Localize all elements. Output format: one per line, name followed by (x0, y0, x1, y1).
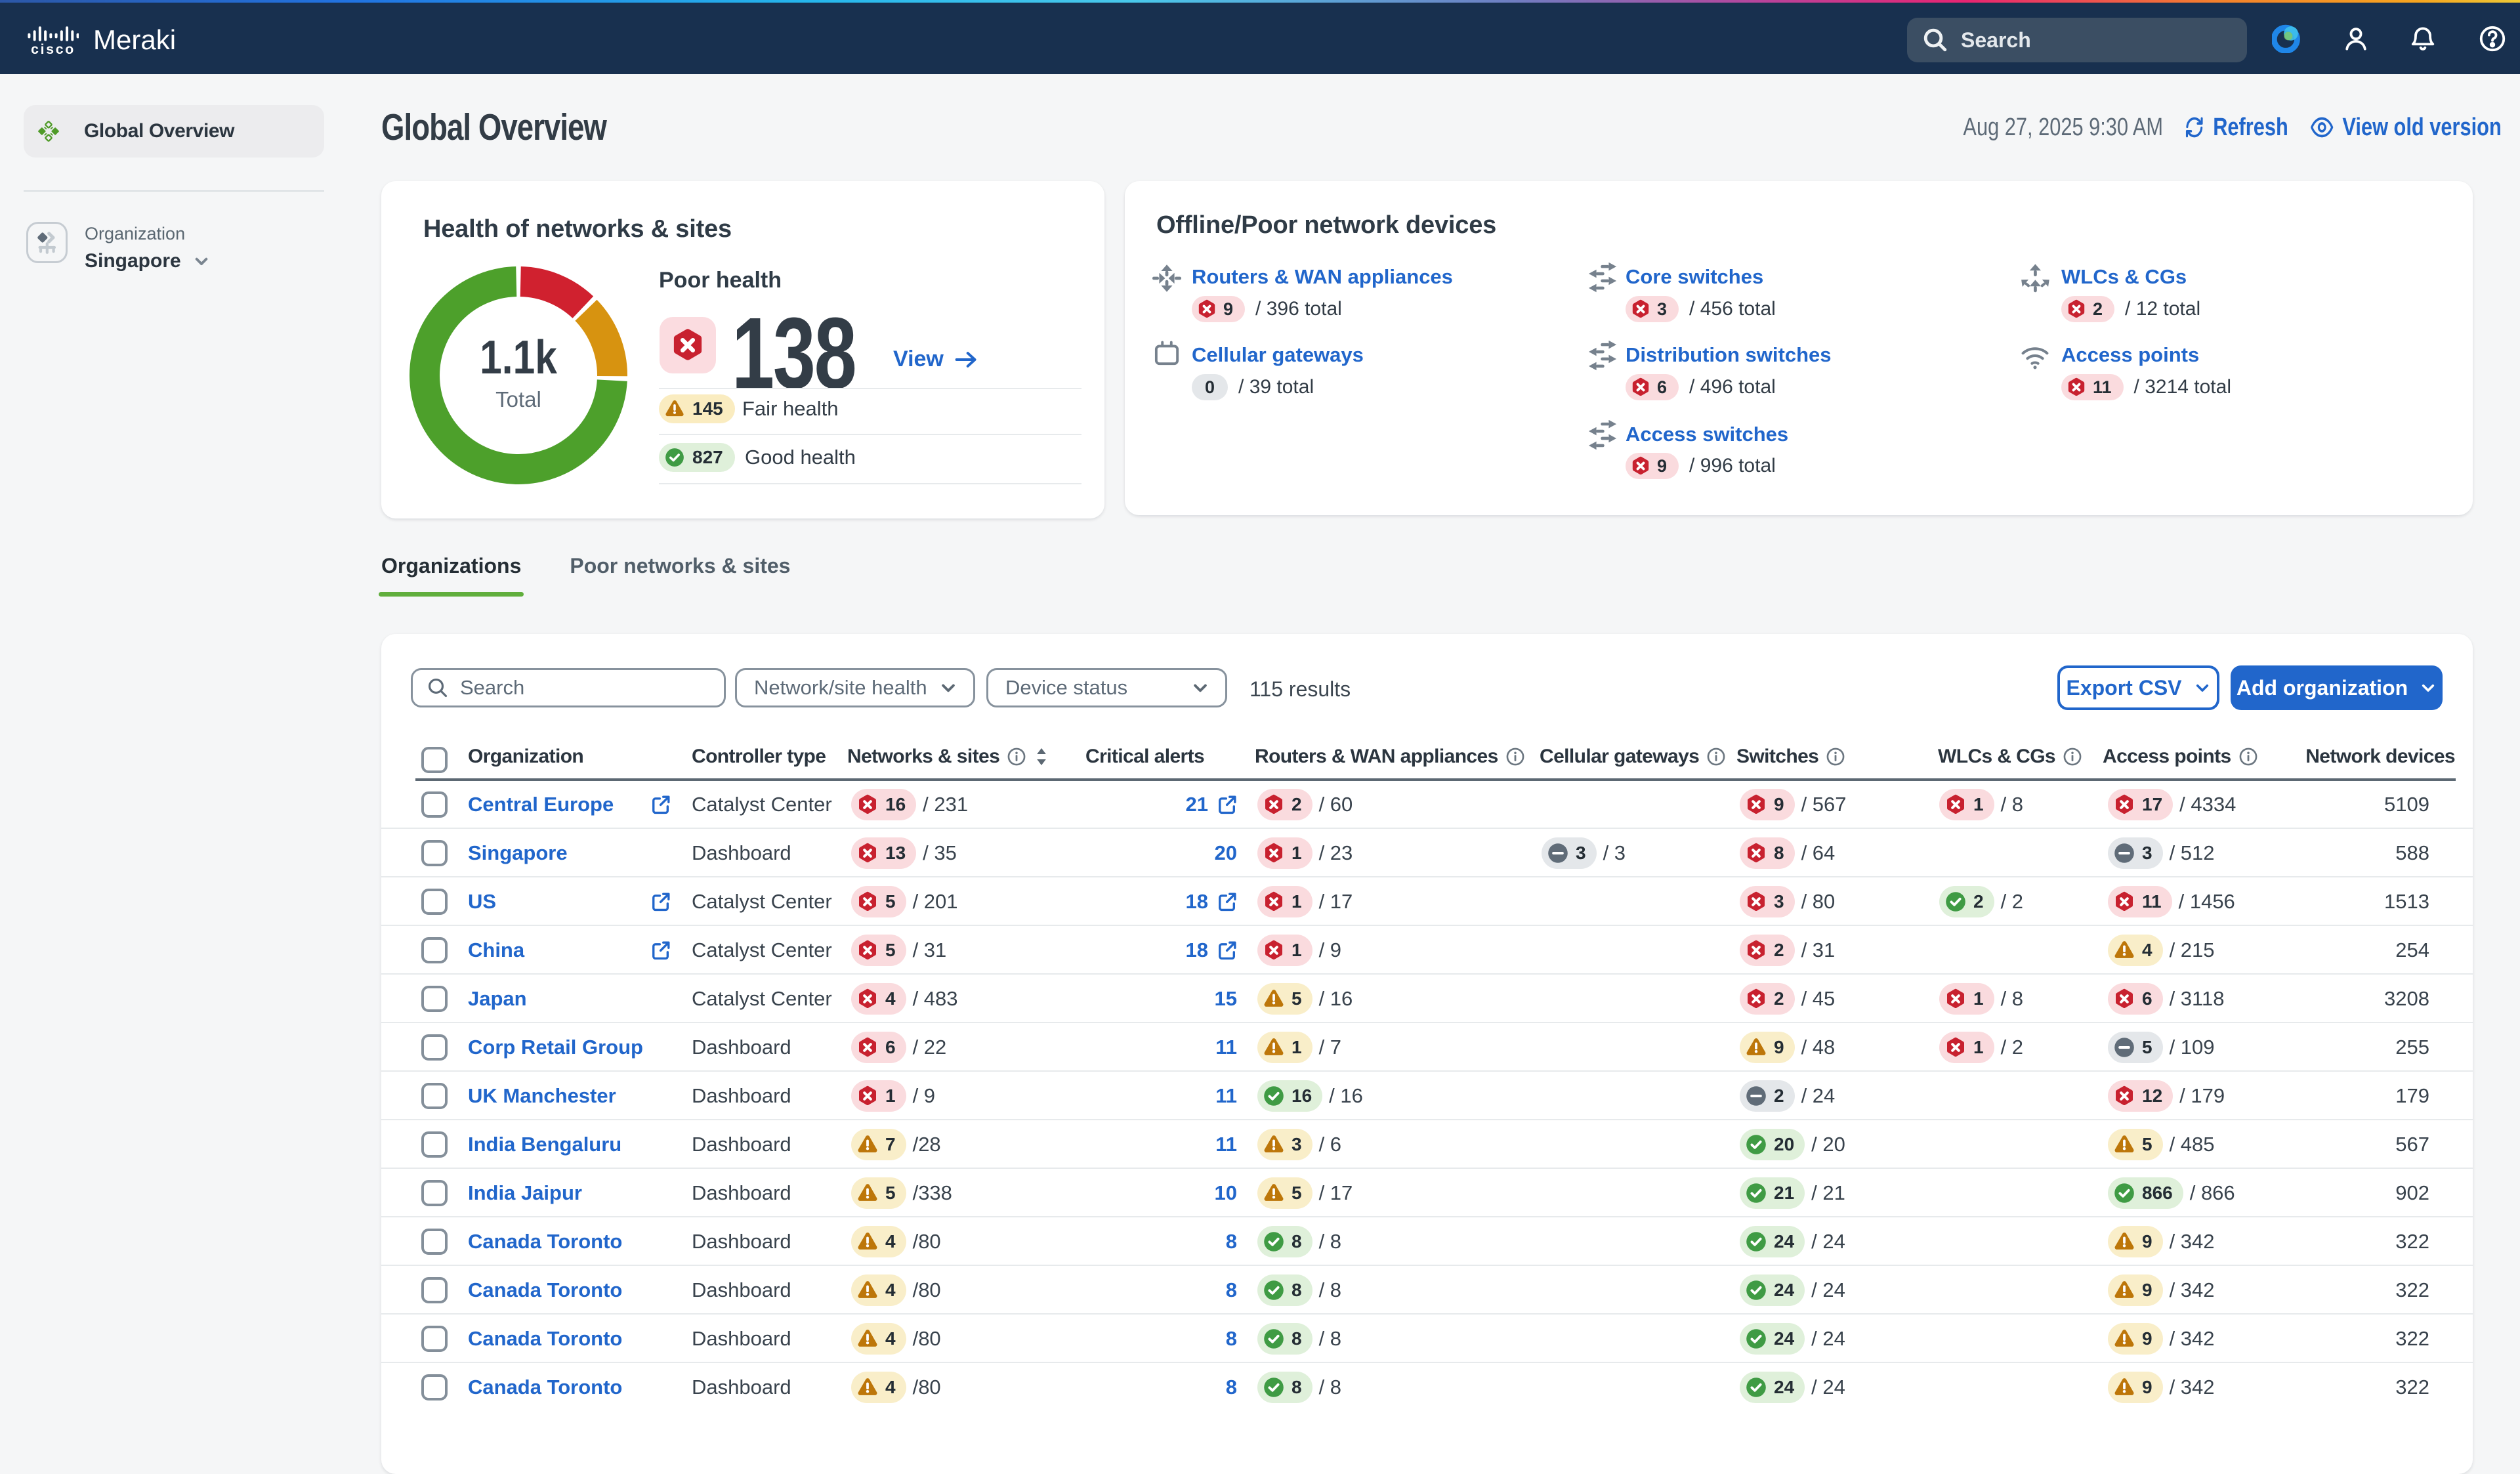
svg-text:cisco: cisco (31, 42, 75, 57)
